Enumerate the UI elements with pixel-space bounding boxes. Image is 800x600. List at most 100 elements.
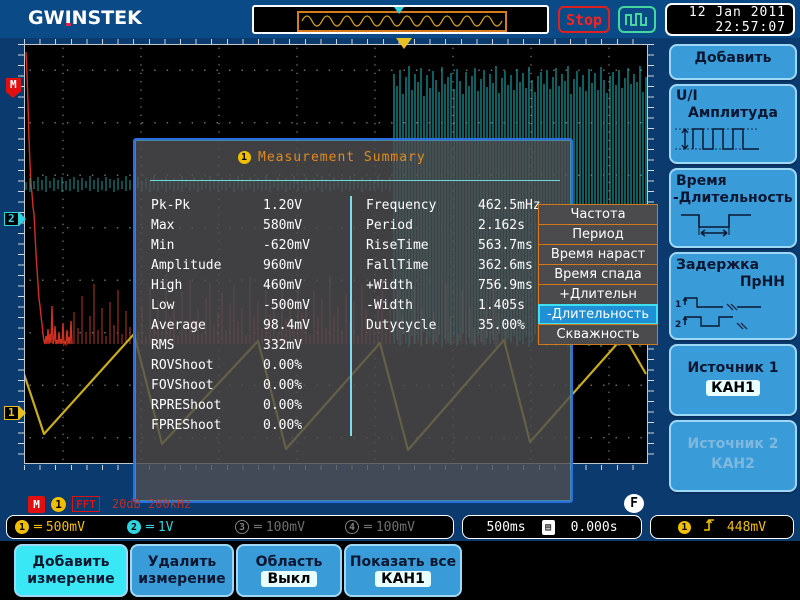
- delay-icon-glyph: 1 2: [671, 293, 771, 333]
- fft-badge[interactable]: FFT: [72, 496, 100, 512]
- softkey-amplitude-label: Амплитуда: [671, 105, 795, 122]
- measurement-label: ROVShoot: [151, 356, 263, 376]
- softkey-add[interactable]: Добавить: [669, 44, 797, 80]
- measurement-label: Pk-Pk: [151, 196, 263, 216]
- ch1-ground-marker[interactable]: 1: [4, 405, 26, 420]
- channel-3-scale: 100mV: [266, 520, 305, 535]
- measurement-row: RPREShoot0.00%: [151, 396, 350, 416]
- menu-item-frequency[interactable]: Частота: [538, 204, 658, 225]
- menu-item-period[interactable]: Период: [538, 224, 658, 245]
- amplitude-icon: [671, 124, 795, 158]
- measurement-row: Max580mV: [151, 216, 350, 236]
- measurement-value: 0.00%: [263, 416, 302, 436]
- bottom-key-remove-line1: Удалить: [148, 554, 217, 570]
- pulse-icon[interactable]: [618, 6, 656, 33]
- trigger-status[interactable]: 1 448mV: [650, 515, 794, 539]
- measurement-value: -620mV: [263, 236, 310, 256]
- math-channel-marker[interactable]: M: [6, 78, 21, 93]
- bottom-key-showall-value: КАН1: [375, 571, 431, 587]
- softkey-time-negative-width[interactable]: Время -Длительность: [669, 168, 797, 248]
- channel-1-coupling-icon: ═: [34, 520, 41, 535]
- channel-1-badge: 1: [15, 520, 29, 534]
- math-badge[interactable]: M: [28, 496, 45, 513]
- measurement-label: RPREShoot: [151, 396, 263, 416]
- waveform-overview-thumbnail[interactable]: [252, 5, 549, 34]
- side-softkey-panel: Добавить U/I Амплитуда Время -Длительнос…: [667, 42, 800, 510]
- measurement-type-menu: Частота Период Время нараст Время спада …: [538, 205, 658, 345]
- measurement-label: Min: [151, 236, 263, 256]
- measurement-label: RMS: [151, 336, 263, 356]
- status-bar: 1 ═ 500mV 2 ═ 1V 3 ═ 100mV 4 ═ 100mV 500…: [0, 513, 800, 541]
- measurement-value: 756.9ms: [478, 276, 533, 296]
- bottom-key-show-all[interactable]: Показать все КАН1: [344, 544, 462, 597]
- measurement-column-right: Frequency462.5mHz Period2.162s RiseTime5…: [350, 196, 565, 436]
- measurement-row: Min-620mV: [151, 236, 350, 256]
- measurement-row: -Width1.405s: [366, 296, 565, 316]
- ch2-marker-pointer-icon: [19, 212, 26, 226]
- bottom-key-add-measurement[interactable]: Добавить измерение: [14, 544, 128, 597]
- dialog-title-row: 1 Measurement Summary: [135, 140, 571, 165]
- channel-2-scale: 1V: [158, 520, 174, 535]
- softkey-voltage-amplitude[interactable]: U/I Амплитуда: [669, 84, 797, 164]
- measurement-label: Period: [366, 216, 478, 236]
- channel-status-2[interactable]: 2 ═ 1V: [127, 520, 235, 535]
- neg-width-icon-glyph: [671, 209, 761, 239]
- bottom-key-add-line1: Добавить: [33, 554, 110, 570]
- ch1-marker-pointer-icon: [19, 406, 26, 420]
- softkey-source2-label: Источник 2: [671, 422, 795, 453]
- channel-status-1[interactable]: 1 ═ 500mV: [15, 520, 127, 535]
- softkey-add-label: Добавить: [671, 46, 795, 67]
- dialog-divider: [150, 180, 560, 181]
- bottom-key-remove-measurement[interactable]: Удалить измерение: [130, 544, 234, 597]
- channel-4-scale: 100mV: [376, 520, 415, 535]
- menu-item-negative-width[interactable]: -Длительность: [538, 304, 658, 325]
- measurement-label: Max: [151, 216, 263, 236]
- softkey-delay[interactable]: Задержка ПрНН 1 2: [669, 252, 797, 340]
- softkey-source1[interactable]: Источник 1 КАН1: [669, 344, 797, 416]
- measurement-row: RMS332mV: [151, 336, 350, 356]
- bottom-key-gating[interactable]: Область Выкл: [236, 544, 342, 597]
- channel-1-scale: 500mV: [46, 520, 85, 535]
- measurement-value: 0.00%: [263, 356, 302, 376]
- menu-item-fall-time[interactable]: Время спада: [538, 264, 658, 285]
- menu-item-duty-cycle[interactable]: Скважность: [538, 324, 658, 345]
- channel-3-coupling-icon: ═: [254, 520, 261, 535]
- measurement-summary-dialog: 1 Measurement Summary Pk-Pk1.20V Max580m…: [133, 138, 573, 503]
- ch2-ground-marker[interactable]: 2: [4, 211, 26, 226]
- measurement-row: FOVShoot0.00%: [151, 376, 350, 396]
- bottom-softkey-panel: Добавить измерение Удалить измерение Обл…: [0, 541, 800, 600]
- measurement-label: RiseTime: [366, 236, 478, 256]
- dialog-title: Measurement Summary: [258, 150, 426, 165]
- channel-status-3[interactable]: 3 ═ 100mV: [235, 520, 345, 535]
- dialog-body: Pk-Pk1.20V Max580mV Min-620mV Amplitude9…: [135, 196, 575, 436]
- f-badge[interactable]: F: [624, 494, 644, 513]
- menu-item-positive-width[interactable]: +Длительн: [538, 284, 658, 305]
- measurement-value: 35.00%: [478, 316, 525, 336]
- measurement-label: FOVShoot: [151, 376, 263, 396]
- measurement-value: 1.405s: [478, 296, 525, 316]
- measurement-label: FPREShoot: [151, 416, 263, 436]
- measurement-row: RiseTime563.7ms: [366, 236, 565, 256]
- measurement-label: -Width: [366, 296, 478, 316]
- stop-button[interactable]: Stop: [558, 6, 610, 33]
- channel-status-4[interactable]: 4 ═ 100mV: [345, 520, 415, 535]
- menu-item-rise-time[interactable]: Время нараст: [538, 244, 658, 265]
- measurement-row: Average98.4mV: [151, 316, 350, 336]
- measurement-value: 460mV: [263, 276, 302, 296]
- trigger-position-marker-icon[interactable]: [396, 38, 412, 49]
- timebase-position: 0.000s: [571, 520, 618, 535]
- measurement-label: Low: [151, 296, 263, 316]
- bottom-key-showall-label: Показать все: [350, 554, 456, 570]
- timebase-status[interactable]: 500ms ▤ 0.000s: [462, 515, 642, 539]
- bottom-key-add-line2: измерение: [27, 571, 114, 587]
- measurement-value: 563.7ms: [478, 236, 533, 256]
- ch1-badge[interactable]: 1: [51, 497, 66, 512]
- bottom-key-remove-line2: измерение: [138, 571, 225, 587]
- measurement-row: High460mV: [151, 276, 350, 296]
- measurement-value: -500mV: [263, 296, 310, 316]
- channel-4-badge: 4: [345, 520, 359, 534]
- measurement-value: 580mV: [263, 216, 302, 236]
- measurement-label: Average: [151, 316, 263, 336]
- softkey-source1-value: КАН1: [706, 380, 760, 396]
- brand-logo: GWINSTEK: [28, 7, 142, 29]
